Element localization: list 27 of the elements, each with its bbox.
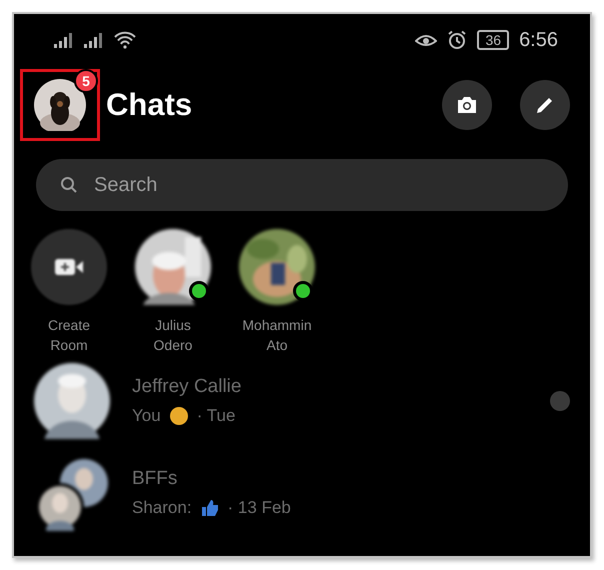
chat-name: Jeffrey Callie xyxy=(132,376,242,398)
video-camera-icon xyxy=(54,257,84,277)
battery-level: 36 xyxy=(477,30,510,50)
message-sender: You xyxy=(132,406,161,426)
search-icon xyxy=(60,176,78,194)
thumbs-up-icon xyxy=(200,498,220,518)
clock-time: 6:56 xyxy=(519,28,558,52)
message-time: · 13 Feb xyxy=(228,498,291,518)
camera-icon xyxy=(456,95,478,115)
story-label: Julius Odero xyxy=(152,316,194,355)
eye-icon xyxy=(415,32,438,48)
page-title: Chats xyxy=(106,87,192,123)
smiley-icon xyxy=(168,406,189,426)
chat-name: BFFs xyxy=(132,468,178,490)
compose-button[interactable] xyxy=(520,80,570,130)
signal-icon xyxy=(84,32,104,48)
signal-icon xyxy=(54,32,74,48)
alarm-clock-icon xyxy=(447,30,468,50)
notification-badge: 5 xyxy=(74,69,98,93)
wifi-icon xyxy=(114,31,136,49)
story-label: Mohammin Ato xyxy=(241,316,313,355)
message-time: · Tue xyxy=(196,406,236,426)
pencil-icon xyxy=(535,95,555,115)
story-label: Create Room xyxy=(46,316,92,355)
camera-button[interactable] xyxy=(442,80,492,130)
search-field[interactable]: Search xyxy=(36,159,568,211)
message-sender: Sharon: xyxy=(132,498,192,518)
